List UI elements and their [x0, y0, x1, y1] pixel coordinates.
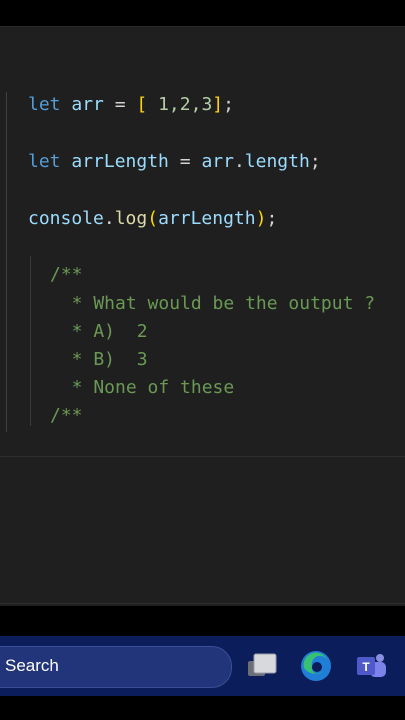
bracket-open: [	[136, 94, 148, 115]
code-line-3: console.log(arrLength);	[28, 207, 277, 231]
bracket-close: ]	[212, 94, 224, 115]
code-line-2: let arrLength = arr.length;	[28, 150, 321, 174]
indent-guide	[6, 92, 7, 432]
taskbar: Search T	[0, 636, 405, 696]
indent-guide-inner	[30, 256, 31, 426]
taskbar-search-box[interactable]: Search	[0, 646, 232, 688]
argument: arrLength	[158, 208, 256, 229]
code-editor[interactable]: let arr = [ 1,2,3]; let arrLength = arr.…	[0, 26, 405, 606]
operator: =	[114, 94, 126, 115]
keyword: let	[28, 94, 61, 115]
bottom-black-bar	[0, 696, 405, 720]
comment-line-2: * What would be the output ?	[50, 293, 376, 314]
comment-line-6: /**	[50, 405, 83, 426]
svg-text:T: T	[362, 660, 370, 674]
comment-line-1: /**	[50, 264, 83, 285]
variable: arrLength	[71, 151, 169, 172]
task-view-icon[interactable]	[244, 648, 280, 684]
object-name: console	[28, 208, 104, 229]
comment-line-3: * A) 2	[50, 321, 148, 342]
paren-close: )	[255, 208, 267, 229]
search-label: Search	[5, 656, 59, 675]
paren-open: (	[147, 208, 159, 229]
object-name: arr	[201, 151, 234, 172]
code-line-1: let arr = [ 1,2,3];	[28, 93, 234, 117]
screen: let arr = [ 1,2,3]; let arrLength = arr.…	[0, 0, 405, 720]
divider	[0, 26, 405, 27]
semicolon: ;	[223, 94, 234, 115]
teams-icon[interactable]: T	[354, 648, 390, 684]
array-values: 1,2,3	[158, 94, 213, 115]
dot: .	[103, 208, 115, 229]
edge-icon[interactable]	[298, 648, 334, 684]
comment-line-5: * None of these	[50, 377, 235, 398]
function-name: log	[114, 208, 148, 229]
semicolon: ;	[266, 208, 278, 229]
dot: .	[233, 151, 245, 172]
divider	[0, 456, 405, 457]
variable: arr	[71, 94, 104, 115]
operator: =	[179, 151, 191, 172]
semicolon: ;	[309, 151, 321, 172]
divider	[0, 603, 405, 604]
property-name: length	[244, 151, 310, 172]
keyword: let	[28, 151, 61, 172]
comment-line-4: * B) 3	[50, 349, 148, 370]
